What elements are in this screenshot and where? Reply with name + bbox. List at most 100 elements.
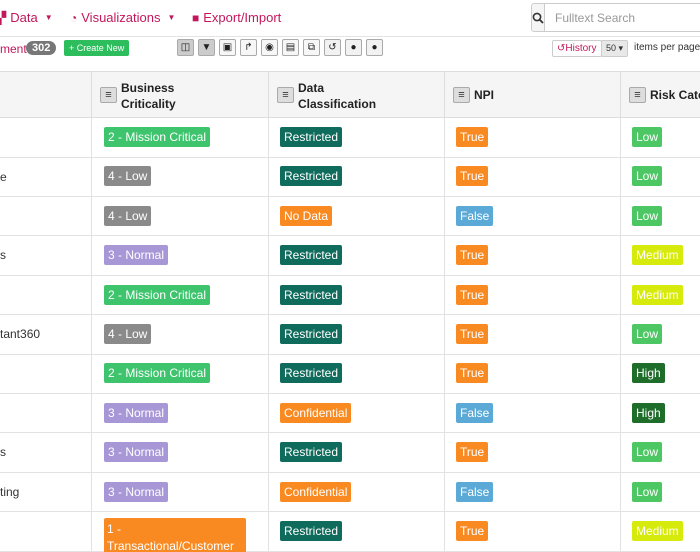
data-classification-badge: Restricted [280,245,343,266]
table-row[interactable]: s 3 - Normal Restricted True Medium [0,236,700,276]
data-classification-badge: Restricted [280,284,343,305]
table-row[interactable]: tant360 4 - Low Restricted True Low [0,315,700,355]
criticality-badge: 3 - Normal [104,481,169,502]
row-name[interactable] [0,197,92,236]
chevron-down-icon: ▼ [44,13,53,22]
data-icon: ▞ [0,10,7,25]
table-row[interactable]: ting 3 - Normal Confidential False Low [0,472,700,513]
search-button[interactable] [532,4,545,31]
column-label: Data Classification [298,81,377,111]
column-divider [268,433,269,472]
npi-badge: False [456,481,494,502]
column-divider [444,157,445,196]
table-row[interactable]: 1 - Transactional/Customer Facing Restric… [0,512,700,552]
column-divider [444,512,445,551]
share-icon[interactable]: ↱ [240,39,257,56]
history-label: History [565,43,597,54]
criticality-badge: 3 - Normal [104,245,169,266]
table-row[interactable]: 2 - Mission Critical Restricted True High [0,354,700,394]
data-classification-badge: Restricted [280,363,343,384]
column-divider [91,354,92,393]
row-name[interactable] [0,118,92,157]
column-divider [620,236,621,275]
copy-icon[interactable]: ⧉ [303,39,320,56]
row-name[interactable] [0,394,92,433]
column-divider [91,275,92,315]
data-classification-badge: Confidential [280,402,352,423]
column-menu-icon[interactable]: ≡ [100,87,117,103]
criticality-badge: 3 - Normal [104,442,169,463]
column-header-risk-category[interactable]: ≡ Risk Cate [620,72,700,118]
row-name[interactable]: s [0,236,92,275]
data-classification-badge: Restricted [280,166,343,187]
filter-icon[interactable]: ▼ [198,39,215,56]
download-circle-icon[interactable]: ● [366,39,383,56]
risk-category-badge: High [632,363,665,384]
eye-icon[interactable]: ◉ [261,39,278,56]
column-divider [444,118,445,157]
row-name[interactable]: e [0,157,92,196]
column-divider [620,512,621,551]
column-divider [444,433,445,472]
column-divider [91,118,92,157]
column-divider [444,236,445,275]
create-new-button[interactable]: + Create New [64,40,130,56]
columns-icon[interactable]: ◫ [177,39,194,56]
dashboard-icon: ◔ [70,10,78,25]
row-name[interactable]: s [0,433,92,472]
column-divider [620,433,621,472]
column-divider [444,354,445,393]
column-divider [91,512,92,551]
table-row[interactable]: 2 - Mission Critical Restricted True Low [0,118,700,158]
column-divider [620,275,621,315]
column-divider [444,275,445,315]
save-icon[interactable]: ▣ [219,39,236,56]
npi-badge: True [456,127,489,147]
column-header-data-classification[interactable]: ≡ Data Classification [268,72,444,118]
npi-badge: True [456,363,489,384]
row-name[interactable] [0,276,92,315]
column-divider [444,315,445,354]
column-divider [268,472,269,512]
column-divider [620,315,621,354]
chevron-circle-down-icon[interactable]: ● [345,39,362,56]
row-name[interactable]: ting [0,473,92,512]
column-header-business-criticality[interactable]: ≡ Business Criticality [91,72,268,118]
criticality-badge: 4 - Low [104,324,152,344]
column-divider [91,157,92,196]
per-page-select[interactable]: 50 ▾ [601,40,629,57]
row-name[interactable] [0,354,92,393]
data-classification-badge: Restricted [280,324,343,344]
criticality-badge: 2 - Mission Critical [104,363,211,384]
column-menu-icon[interactable]: ≡ [453,87,470,103]
column-menu-icon[interactable]: ≡ [277,87,294,103]
risk-category-badge: Low [632,205,663,226]
row-name[interactable]: tant360 [0,315,92,354]
create-new-label: Create New [76,43,125,53]
npi-badge: True [456,442,489,463]
export-file-icon[interactable]: ▤ [282,39,299,56]
column-divider [620,157,621,196]
column-label: NPI [474,88,495,102]
nav-visualizations-menu[interactable]: ◔ Visualizations ▼ [70,10,175,25]
table-row[interactable]: e 4 - Low Restricted True Low [0,157,700,197]
npi-badge: False [456,402,494,423]
table-row[interactable]: s 3 - Normal Restricted True Low [0,433,700,473]
criticality-badge: 4 - Low [104,205,152,226]
nav-export-import[interactable]: ■ Export/Import [192,10,281,25]
table-row[interactable]: 3 - Normal Confidential False High [0,393,700,434]
nav-export-label: Export/Import [203,10,282,25]
column-divider [444,393,445,433]
column-divider [268,236,269,275]
table-row[interactable]: 4 - Low No Data False Low [0,196,700,237]
column-menu-icon[interactable]: ≡ [629,87,646,103]
row-name[interactable] [0,512,92,551]
search-input[interactable] [545,4,700,31]
column-divider [620,196,621,236]
nav-data-menu[interactable]: ▞ Data ▼ [0,10,53,25]
undo-icon[interactable]: ↺ [324,39,341,56]
history-button[interactable]: ↺History [552,40,602,57]
data-classification-badge: Restricted [280,127,343,147]
table-row[interactable]: 2 - Mission Critical Restricted True Medium [0,275,700,316]
column-header-npi[interactable]: ≡ NPI [444,72,620,118]
